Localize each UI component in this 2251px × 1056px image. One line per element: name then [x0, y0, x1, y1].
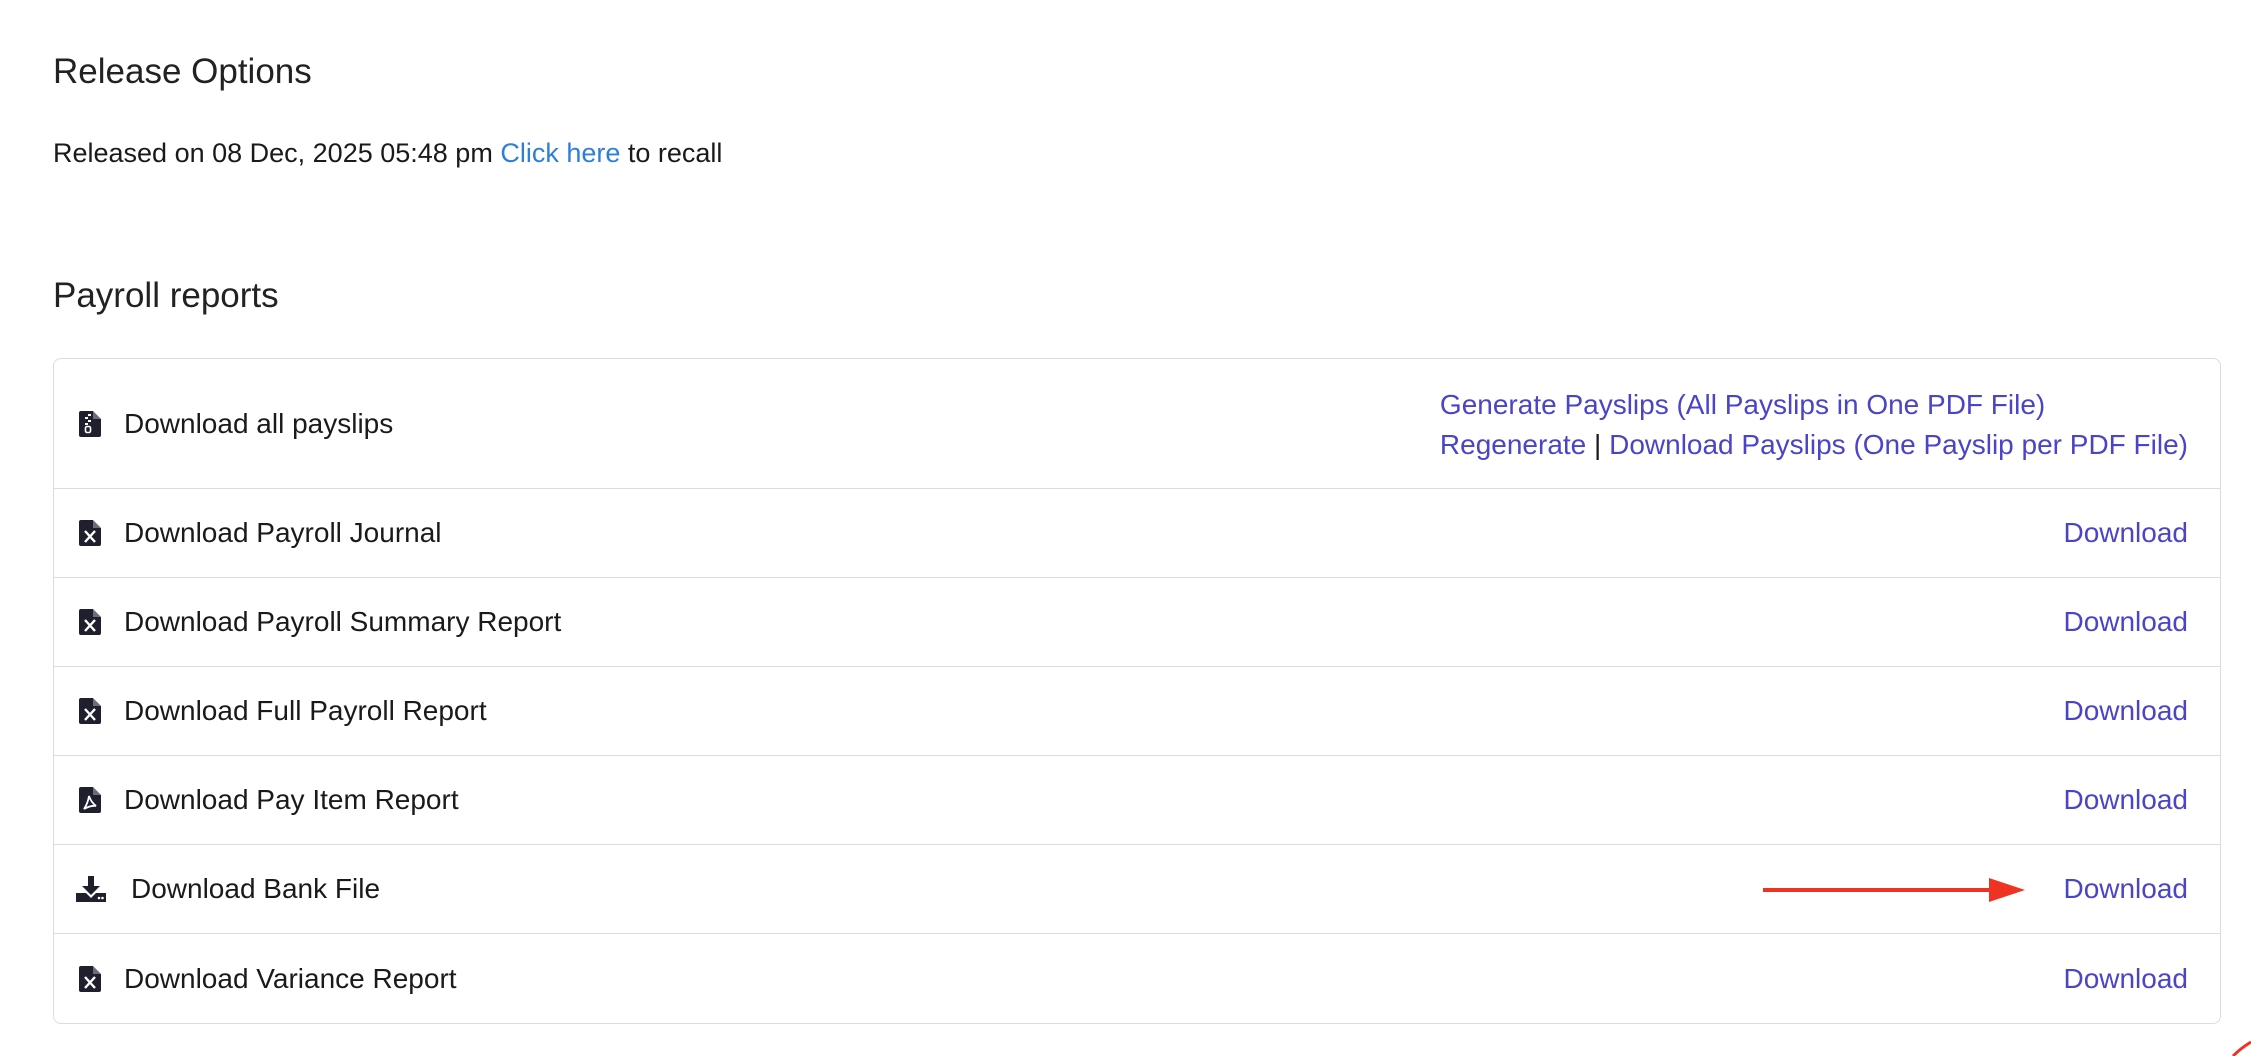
report-row-payroll-journal: Download Payroll Journal Download — [54, 489, 2220, 578]
report-label: Download Pay Item Report — [124, 784, 459, 815]
release-status-line: Released on 08 Dec, 2025 05:48 pm Click … — [53, 138, 722, 169]
download-full-payroll-link[interactable]: Download — [2063, 695, 2188, 727]
download-variance-link[interactable]: Download — [2063, 963, 2188, 995]
annotation-corner-stroke-icon — [2231, 1040, 2251, 1056]
download-payroll-journal-link[interactable]: Download — [2063, 517, 2188, 549]
report-label: Download all payslips — [124, 407, 394, 439]
download-bank-file-link[interactable]: Download — [2063, 873, 2188, 905]
excel-file-icon — [78, 965, 102, 992]
annotation-arrow-icon — [1763, 878, 2025, 902]
report-label: Download Payroll Summary Report — [124, 606, 562, 637]
link-separator: | — [1594, 429, 1602, 460]
report-label: Download Variance Report — [124, 962, 457, 994]
report-label: Download Bank File — [131, 873, 381, 904]
download-payslips-link[interactable]: Download Payslips (One Payslip per PDF F… — [1609, 429, 2188, 460]
zip-file-icon — [78, 410, 102, 437]
payroll-reports-title: Payroll reports — [53, 276, 279, 315]
report-row-pay-item: Download Pay Item Report Download — [54, 756, 2220, 845]
download-payroll-summary-link[interactable]: Download — [2063, 606, 2188, 638]
excel-file-icon — [78, 698, 102, 724]
release-options-title: Release Options — [53, 52, 312, 91]
payroll-reports-list: Download all payslips Generate Payslips … — [53, 358, 2221, 1024]
report-row-payroll-summary: Download Payroll Summary Report Download — [54, 578, 2220, 667]
download-pay-item-link[interactable]: Download — [2063, 784, 2188, 816]
regenerate-link[interactable]: Regenerate — [1440, 429, 1586, 460]
report-row-bank-file: Download Bank File Download — [54, 845, 2220, 934]
report-row-full-payroll: Download Full Payroll Report Download — [54, 667, 2220, 756]
release-status-text: Released on 08 Dec, 2025 05:48 pm — [53, 138, 493, 168]
generate-payslips-link[interactable]: Generate Payslips (All Payslips in One P… — [1440, 389, 2045, 420]
report-row-all-payslips: Download all payslips Generate Payslips … — [54, 359, 2220, 489]
excel-file-icon — [78, 520, 102, 546]
download-tray-icon — [76, 876, 106, 902]
recall-suffix-text: to recall — [627, 138, 723, 168]
report-row-variance: Download Variance Report Download — [54, 934, 2220, 1023]
report-label: Download Payroll Journal — [124, 517, 442, 548]
report-label: Download Full Payroll Report — [124, 695, 487, 726]
excel-file-icon — [78, 609, 102, 635]
recall-link[interactable]: Click here — [500, 138, 620, 168]
payslip-actions: Generate Payslips (All Payslips in One P… — [1440, 385, 2188, 465]
pdf-file-icon — [78, 787, 102, 813]
